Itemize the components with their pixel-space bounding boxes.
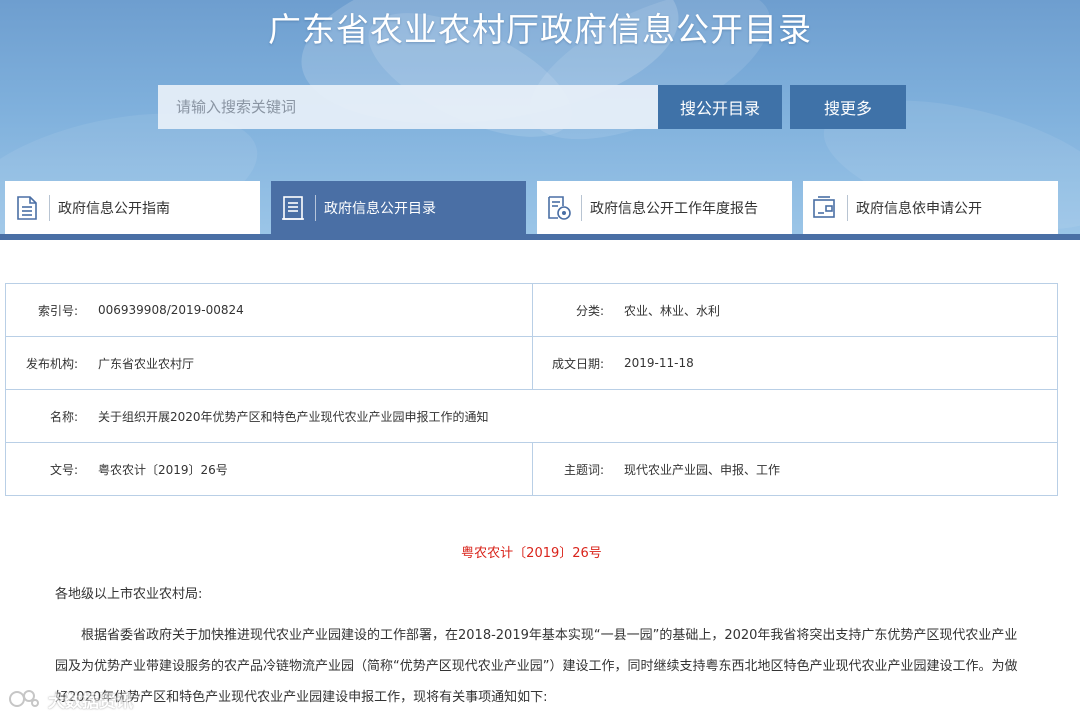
docno-cell: 文号: 粤农农计〔2019〕26号	[5, 442, 533, 496]
application-form-icon	[803, 181, 847, 234]
index-label: 索引号:	[37, 303, 78, 318]
keywords-label: 主题词:	[563, 462, 604, 477]
table-row: 索引号: 006939908/2019-00824 分类: 农业、林业、水利	[5, 283, 1058, 337]
tab-application-disclosure[interactable]: 政府信息依申请公开	[803, 181, 1058, 234]
category-label: 分类:	[575, 303, 604, 318]
watermark-text: 大数据资讯	[48, 691, 133, 712]
tab-label: 政府信息依申请公开	[856, 200, 982, 217]
category-cell: 分类: 农业、林业、水利	[532, 283, 1058, 337]
tab-bar-underline	[0, 234, 1080, 240]
name-label: 名称:	[49, 409, 78, 424]
tab-separator	[49, 194, 50, 221]
report-badge-icon	[537, 181, 581, 234]
category-value: 农业、林业、水利	[624, 303, 721, 318]
header-banner: 广东省农业农村厅政府信息公开目录 搜公开目录 搜更多 政府信息公开指南	[0, 0, 1080, 240]
site-title: 广东省农业农村厅政府信息公开目录	[268, 10, 812, 49]
index-cell: 索引号: 006939908/2019-00824	[5, 283, 533, 337]
tab-disclosure-guide[interactable]: 政府信息公开指南	[5, 181, 260, 234]
index-value: 006939908/2019-00824	[98, 303, 244, 317]
search-catalog-button[interactable]: 搜公开目录	[658, 85, 782, 129]
table-row: 名称: 关于组织开展2020年优势产区和特色产业现代农业产业园申报工作的通知	[5, 389, 1058, 443]
date-cell: 成文日期: 2019-11-18	[532, 336, 1058, 390]
publisher-label: 发布机构:	[25, 356, 78, 371]
publisher-value: 广东省农业农村厅	[98, 356, 195, 371]
search-more-button[interactable]: 搜更多	[790, 85, 906, 129]
date-label: 成文日期:	[551, 356, 604, 371]
name-value: 关于组织开展2020年优势产区和特色产业现代农业产业园申报工作的通知	[98, 409, 489, 424]
docno-label: 文号:	[49, 462, 78, 477]
publisher-cell: 发布机构: 广东省农业农村厅	[5, 336, 533, 390]
tab-label: 政府信息公开工作年度报告	[590, 200, 758, 217]
keywords-value: 现代农业产业园、申报、工作	[624, 462, 781, 477]
tab-separator	[315, 194, 316, 221]
document-number: 粤农农计〔2019〕26号	[461, 546, 602, 561]
document-info-table: 索引号: 006939908/2019-00824 分类: 农业、林业、水利 发…	[5, 283, 1058, 496]
date-value: 2019-11-18	[624, 356, 694, 370]
search-input[interactable]	[176, 85, 658, 129]
document-list-icon	[5, 181, 49, 234]
docno-value: 粤农农计〔2019〕26号	[98, 462, 228, 477]
tab-separator	[847, 194, 848, 221]
tab-label: 政府信息公开指南	[58, 200, 170, 217]
search-box[interactable]	[158, 85, 658, 129]
tab-label: 政府信息公开目录	[324, 200, 436, 217]
table-row: 发布机构: 广东省农业农村厅 成文日期: 2019-11-18	[5, 336, 1058, 390]
keywords-cell: 主题词: 现代农业产业园、申报、工作	[532, 442, 1058, 496]
watermark-logo-icon	[9, 690, 39, 707]
salutation: 各地级以上市农业农村局:	[55, 587, 203, 602]
watermark: 大数据资讯	[8, 684, 158, 714]
name-cell: 名称: 关于组织开展2020年优势产区和特色产业现代农业产业园申报工作的通知	[5, 389, 1058, 443]
body-paragraph: 根据省委省政府关于加快推进现代农业产业园建设的工作部署，在2018-2019年基…	[55, 628, 1018, 705]
table-row: 文号: 粤农农计〔2019〕26号 主题词: 现代农业产业园、申报、工作	[5, 442, 1058, 496]
tab-separator	[581, 194, 582, 221]
tab-disclosure-catalog[interactable]: 政府信息公开目录	[271, 181, 526, 234]
catalog-icon	[271, 181, 315, 234]
tab-annual-report[interactable]: 政府信息公开工作年度报告	[537, 181, 792, 234]
